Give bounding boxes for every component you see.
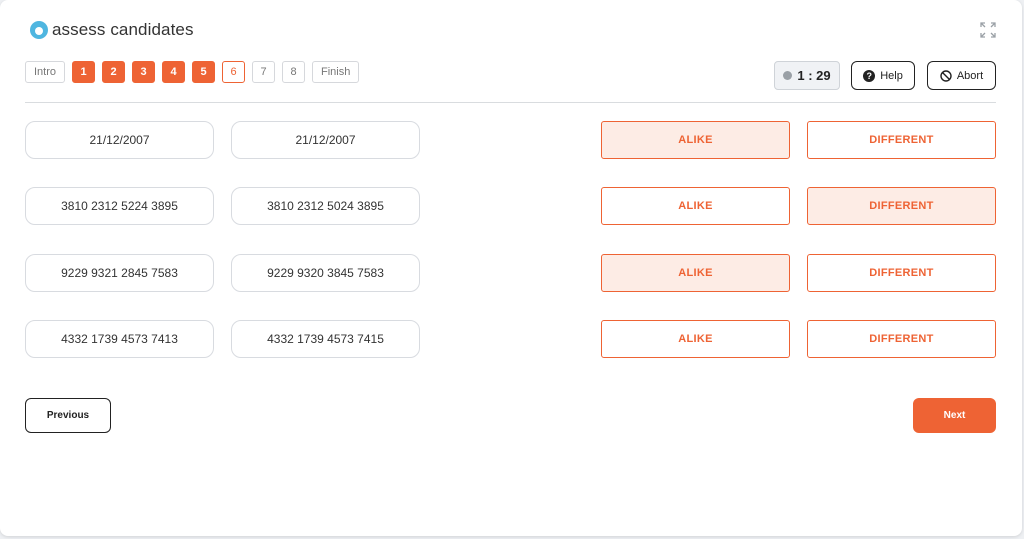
value-left: 4332 1739 4573 7413 (25, 320, 214, 358)
logo: assess candidates (30, 20, 194, 40)
alike-button[interactable]: ALIKE (601, 187, 790, 225)
countdown-timer: 1 : 29 (774, 61, 840, 90)
timer-text: 1 : 29 (797, 68, 831, 83)
value-left: 3810 2312 5224 3895 (25, 187, 214, 225)
step-3[interactable]: 3 (132, 61, 156, 83)
different-button[interactable]: DIFFERENT (807, 187, 996, 225)
step-6[interactable]: 6 (222, 61, 246, 83)
question-row-3: 9229 9321 2845 7583 9229 9320 3845 7583 … (0, 254, 1022, 292)
value-left: 21/12/2007 (25, 121, 214, 159)
help-button[interactable]: ? Help (851, 61, 915, 90)
question-row-2: 3810 2312 5224 3895 3810 2312 5024 3895 … (0, 187, 1022, 225)
previous-button[interactable]: Previous (25, 398, 111, 433)
assessment-card: assess candidates Intro 1 2 3 4 5 6 7 8 … (0, 0, 1022, 536)
step-1[interactable]: 1 (72, 61, 96, 83)
alike-button[interactable]: ALIKE (601, 121, 790, 159)
question-icon: ? (863, 69, 876, 82)
clock-icon (783, 71, 793, 80)
step-5[interactable]: 5 (192, 61, 216, 83)
different-button[interactable]: DIFFERENT (807, 254, 996, 292)
step-7[interactable]: 7 (252, 61, 276, 83)
alike-button[interactable]: ALIKE (601, 320, 790, 358)
logo-text: assess candidates (52, 20, 194, 39)
step-finish[interactable]: Finish (312, 61, 360, 83)
next-button[interactable]: Next (913, 398, 996, 433)
step-2[interactable]: 2 (102, 61, 126, 83)
step-navigation: Intro 1 2 3 4 5 6 7 8 Finish (25, 61, 360, 83)
value-left: 9229 9321 2845 7583 (25, 254, 214, 292)
header-divider (25, 102, 996, 103)
value-right: 3810 2312 5024 3895 (231, 187, 420, 225)
value-right: 21/12/2007 (231, 121, 420, 159)
step-intro[interactable]: Intro (25, 61, 66, 83)
step-4[interactable]: 4 (162, 61, 186, 83)
prohibited-icon (940, 69, 952, 82)
alike-button[interactable]: ALIKE (601, 254, 790, 292)
fullscreen-icon[interactable] (980, 22, 996, 38)
step-8[interactable]: 8 (282, 61, 306, 83)
question-row-4: 4332 1739 4573 7413 4332 1739 4573 7415 … (0, 320, 1022, 358)
different-button[interactable]: DIFFERENT (807, 320, 996, 358)
help-label: Help (880, 69, 903, 82)
abort-button[interactable]: Abort (927, 61, 996, 90)
different-button[interactable]: DIFFERENT (807, 121, 996, 159)
value-right: 4332 1739 4573 7415 (231, 320, 420, 358)
abort-label: Abort (956, 69, 984, 82)
logo-mark-icon (30, 21, 48, 39)
question-row-1: 21/12/2007 21/12/2007 ALIKE DIFFERENT (0, 121, 1022, 159)
value-right: 9229 9320 3845 7583 (231, 254, 420, 292)
